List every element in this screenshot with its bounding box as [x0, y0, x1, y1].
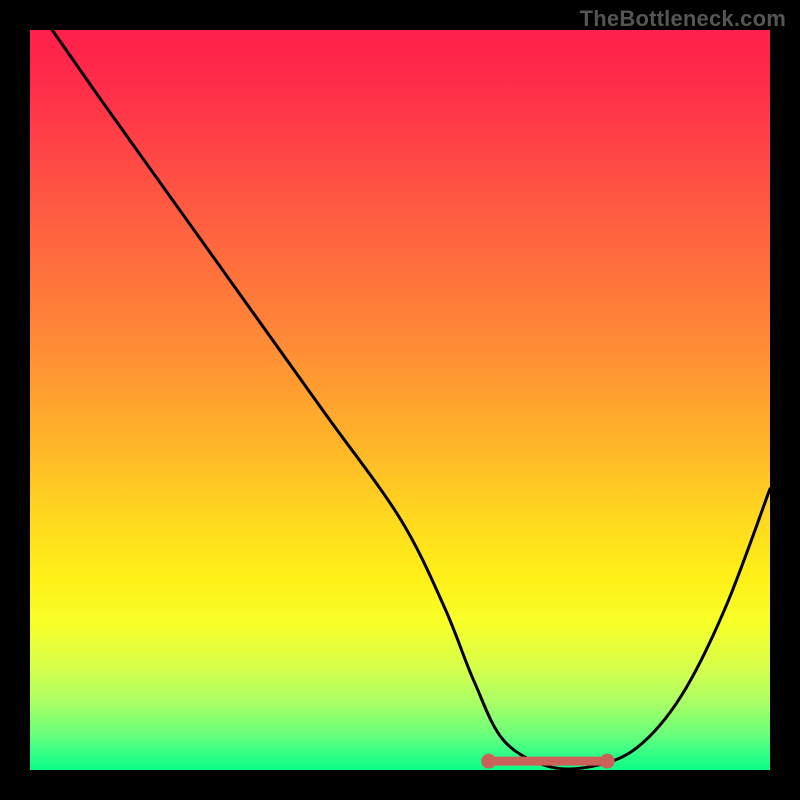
- plot-area: [30, 30, 770, 770]
- optimal-zone-end-dot: [600, 754, 614, 768]
- bottleneck-curve: [52, 30, 770, 769]
- chart-frame: TheBottleneck.com: [0, 0, 800, 800]
- curve-layer: [30, 30, 770, 770]
- optimal-zone-start-dot: [482, 754, 496, 768]
- watermark-text: TheBottleneck.com: [580, 6, 786, 32]
